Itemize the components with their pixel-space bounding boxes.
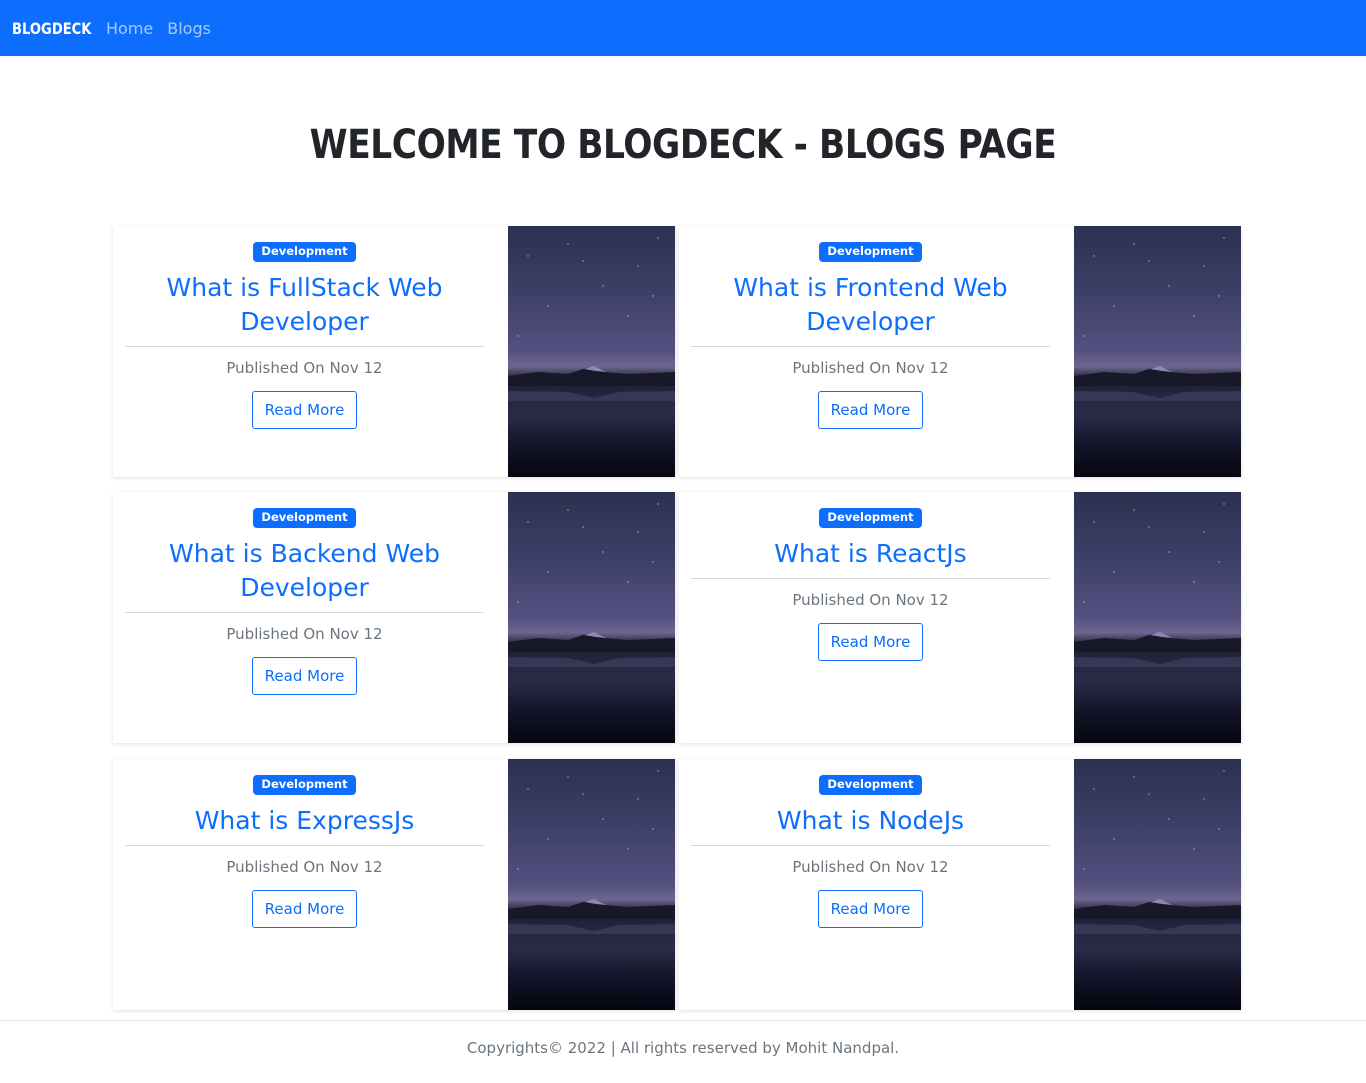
- card-body: Development What is ExpressJs Published …: [125, 759, 484, 1010]
- blog-card: Development What is NodeJs Published On …: [679, 759, 1241, 1010]
- card-body: Development What is FullStack Web Develo…: [125, 226, 484, 477]
- card-title[interactable]: What is FullStack Web Developer: [125, 271, 484, 339]
- card-image: [1074, 492, 1241, 743]
- category-badge: Development: [253, 508, 356, 528]
- category-badge: Development: [253, 242, 356, 262]
- published-date: Published On Nov 12: [792, 359, 949, 377]
- read-more-button[interactable]: Read More: [818, 623, 923, 661]
- card-divider: [125, 346, 484, 347]
- published-date: Published On Nov 12: [226, 359, 383, 377]
- card-image: [1074, 226, 1241, 477]
- category-badge: Development: [253, 775, 356, 795]
- night-lake-mountain-image: [1074, 503, 1241, 667]
- card-divider: [691, 845, 1050, 846]
- blog-card: Development What is FullStack Web Develo…: [113, 226, 675, 477]
- published-date: Published On Nov 12: [792, 858, 949, 876]
- nav-link-blogs[interactable]: Blogs: [167, 19, 211, 38]
- blog-card: Development What is ReactJs Published On…: [679, 492, 1241, 743]
- night-lake-mountain-image: [1074, 770, 1241, 934]
- night-lake-mountain-image: [508, 770, 675, 934]
- card-divider: [691, 346, 1050, 347]
- category-badge: Development: [819, 775, 922, 795]
- read-more-button[interactable]: Read More: [818, 391, 923, 429]
- card-title[interactable]: What is Backend Web Developer: [125, 537, 484, 605]
- read-more-button[interactable]: Read More: [818, 890, 923, 928]
- card-body: Development What is NodeJs Published On …: [691, 759, 1050, 1010]
- night-lake-mountain-image: [508, 503, 675, 667]
- page-title: Welcome To BlogDeck - Blogs Page: [309, 122, 1057, 168]
- card-image: [1074, 759, 1241, 1010]
- card-image: [508, 492, 675, 743]
- category-badge: Development: [819, 242, 922, 262]
- nav-link-home[interactable]: Home: [106, 19, 153, 38]
- card-title[interactable]: What is ExpressJs: [125, 804, 484, 838]
- card-image: [508, 759, 675, 1010]
- card-divider: [691, 578, 1050, 579]
- brand-logo[interactable]: BLOGDECK: [12, 19, 91, 38]
- published-date: Published On Nov 12: [226, 625, 383, 643]
- category-badge: Development: [819, 508, 922, 528]
- card-image: [508, 226, 675, 477]
- night-lake-mountain-image: [1074, 237, 1241, 401]
- published-date: Published On Nov 12: [792, 591, 949, 609]
- card-title[interactable]: What is NodeJs: [691, 804, 1050, 838]
- card-title[interactable]: What is Frontend Web Developer: [691, 271, 1050, 339]
- footer-divider: [0, 1020, 1366, 1021]
- blog-card: Development What is Backend Web Develope…: [113, 492, 675, 743]
- published-date: Published On Nov 12: [226, 858, 383, 876]
- card-body: Development What is Frontend Web Develop…: [691, 226, 1050, 477]
- read-more-button[interactable]: Read More: [252, 657, 357, 695]
- navbar: BLOGDECK Home Blogs: [0, 0, 1366, 56]
- card-divider: [125, 612, 484, 613]
- card-body: Development What is ReactJs Published On…: [691, 492, 1050, 743]
- card-divider: [125, 845, 484, 846]
- footer-copyright: Copyrights© 2022 | All rights reserved b…: [466, 1039, 900, 1057]
- card-body: Development What is Backend Web Develope…: [125, 492, 484, 743]
- blog-card: Development What is ExpressJs Published …: [113, 759, 675, 1010]
- night-lake-mountain-image: [508, 237, 675, 401]
- read-more-button[interactable]: Read More: [252, 890, 357, 928]
- blog-card: Development What is Frontend Web Develop…: [679, 226, 1241, 477]
- card-title[interactable]: What is ReactJs: [691, 537, 1050, 571]
- read-more-button[interactable]: Read More: [252, 391, 357, 429]
